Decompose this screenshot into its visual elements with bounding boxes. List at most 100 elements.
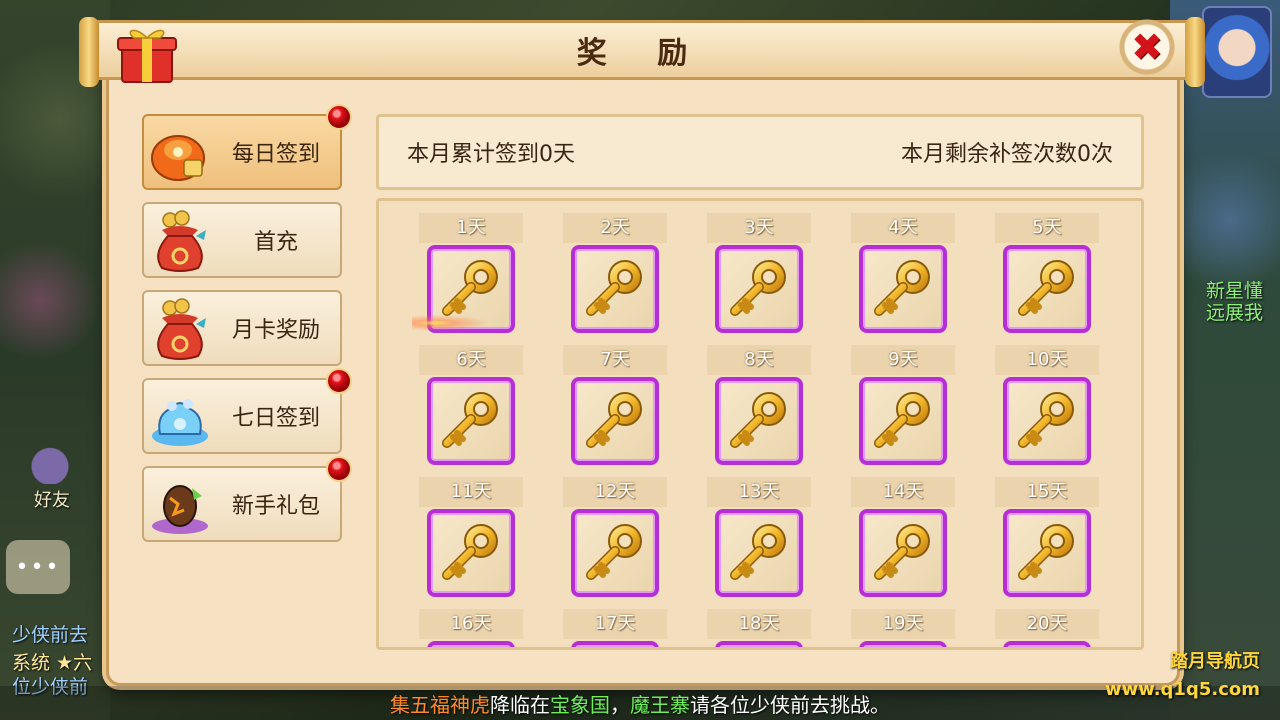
system-broadcast: 集五福神虎 降临在 宝象国 ， 魔王寨 请各位少侠前去挑战。 [0, 686, 1280, 720]
watermark-url: www.q1q5.com [1104, 679, 1260, 700]
signin-info-bar: 本月累计签到0天 本月剩余补签次数0次 [376, 114, 1144, 190]
signin-day-cell: 5天 [995, 213, 1099, 343]
notification-badge [326, 456, 352, 482]
day-label: 7天 [563, 345, 667, 375]
menu-item[interactable]: 每日签到 [142, 104, 352, 190]
reward-slot[interactable] [427, 641, 515, 647]
friend-button-label[interactable]: 好友 [20, 486, 84, 512]
signin-day-cell: 4天 [851, 213, 955, 343]
background-scene-left [0, 0, 110, 720]
magic-egg-icon [148, 474, 212, 538]
signin-day-cell: 7天 [563, 345, 667, 475]
menu-item-label: 首充 [253, 230, 298, 255]
reward-slot[interactable] [859, 641, 947, 647]
gift-box-icon [116, 24, 178, 84]
reward-slot[interactable] [571, 377, 659, 465]
broadcast-text: 降临在 [490, 692, 550, 717]
menu-item[interactable]: 月卡奖励 [142, 290, 342, 366]
signin-day-cell: 1天 [419, 213, 523, 343]
day-label: 18天 [707, 609, 811, 639]
close-button[interactable]: ✖ [1118, 18, 1176, 76]
day-label: 19天 [851, 609, 955, 639]
signin-day-cell: 19天 [851, 609, 955, 647]
title-bar: 奖 励 [79, 17, 1205, 87]
chat-bubble-icon[interactable]: ••• [6, 540, 70, 594]
signin-day-cell: 11天 [419, 477, 523, 607]
day-label: 10天 [995, 345, 1099, 375]
reward-slot[interactable] [571, 641, 659, 647]
chat-line: 少侠前去 [12, 624, 89, 646]
day-label: 3天 [707, 213, 811, 243]
signin-reward-grid: 1天 2天 3天 4天 5天 6天 7天 8天 9天 10天 11天 12天 13天 14天 15天 16天 1… [376, 198, 1144, 650]
lucky-bag-icon [148, 210, 212, 274]
day-label: 15天 [995, 477, 1099, 507]
day-label: 13天 [707, 477, 811, 507]
friend-icon[interactable] [22, 440, 78, 484]
reward-slot[interactable] [715, 245, 803, 333]
day-label: 1天 [419, 213, 523, 243]
day-label: 8天 [707, 345, 811, 375]
reward-slot[interactable] [715, 509, 803, 597]
menu-item[interactable]: 首充 [142, 202, 342, 278]
broadcast-location: 魔王寨 [630, 692, 690, 717]
close-icon: ✖ [1131, 25, 1163, 69]
watermark-title: 踏月导航页 [1170, 651, 1260, 672]
day-label: 20天 [995, 609, 1099, 639]
reward-slot[interactable] [1003, 377, 1091, 465]
reward-slot[interactable] [1003, 509, 1091, 597]
reward-slot[interactable] [859, 245, 947, 333]
menu-item[interactable]: 新手礼包 [142, 456, 352, 542]
lucky-bag-icon [148, 298, 212, 362]
day-label: 6天 [419, 345, 523, 375]
signin-day-cell: 16天 [419, 609, 523, 647]
reward-slot[interactable] [859, 509, 947, 597]
makeup-signin-remaining: 本月剩余补签次数0次 [901, 142, 1113, 167]
menu-item-label: 七日签到 [231, 406, 320, 431]
reward-slot[interactable] [427, 377, 515, 465]
menu-item-label: 每日签到 [231, 142, 320, 167]
signin-day-cell: 10天 [995, 345, 1099, 475]
chat-line: 系统 ★六 [12, 652, 93, 674]
day-label: 17天 [563, 609, 667, 639]
reward-slot[interactable] [1003, 641, 1091, 647]
signin-day-cell: 14天 [851, 477, 955, 607]
broadcast-separator: ， [610, 692, 630, 717]
day-label: 5天 [995, 213, 1099, 243]
reward-slot[interactable] [571, 509, 659, 597]
reward-slot[interactable] [859, 377, 947, 465]
reward-slot[interactable] [715, 641, 803, 647]
reward-slot[interactable] [1003, 245, 1091, 333]
reward-slot[interactable] [427, 509, 515, 597]
menu-item[interactable]: 七日签到 [142, 368, 352, 454]
player-portrait[interactable] [1202, 6, 1272, 98]
signin-day-cell: 3天 [707, 213, 811, 343]
day-label: 4天 [851, 213, 955, 243]
reward-slot[interactable] [571, 245, 659, 333]
blue-treasure-icon [148, 386, 212, 450]
signin-day-cell: 6天 [419, 345, 523, 475]
notification-badge [326, 368, 352, 394]
signin-day-cell: 17天 [563, 609, 667, 647]
day-label: 12天 [563, 477, 667, 507]
signin-day-cell: 18天 [707, 609, 811, 647]
day-label: 16天 [419, 609, 523, 639]
daily-signin-pouch-icon [148, 122, 212, 186]
background-scene-right [1170, 0, 1280, 720]
menu-item-label: 新手礼包 [231, 494, 320, 519]
watermark: 踏月导航页 www.q1q5.com [1105, 648, 1260, 704]
day-label: 11天 [419, 477, 523, 507]
side-event-text: 新星懂 远展我 [1206, 280, 1264, 324]
reward-slot[interactable] [427, 245, 515, 333]
broadcast-event-name: 集五福神虎 [390, 692, 490, 717]
page-title: 奖 励 [576, 36, 708, 71]
signin-day-cell: 15天 [995, 477, 1099, 607]
broadcast-location: 宝象国 [550, 692, 610, 717]
signin-day-cell: 20天 [995, 609, 1099, 647]
day-label: 2天 [563, 213, 667, 243]
signin-day-cell: 2天 [563, 213, 667, 343]
notification-badge [326, 104, 352, 130]
signin-day-cell: 12天 [563, 477, 667, 607]
reward-slot[interactable] [715, 377, 803, 465]
signin-day-cell: 8天 [707, 345, 811, 475]
monthly-signin-count: 本月累计签到0天 [407, 142, 575, 167]
